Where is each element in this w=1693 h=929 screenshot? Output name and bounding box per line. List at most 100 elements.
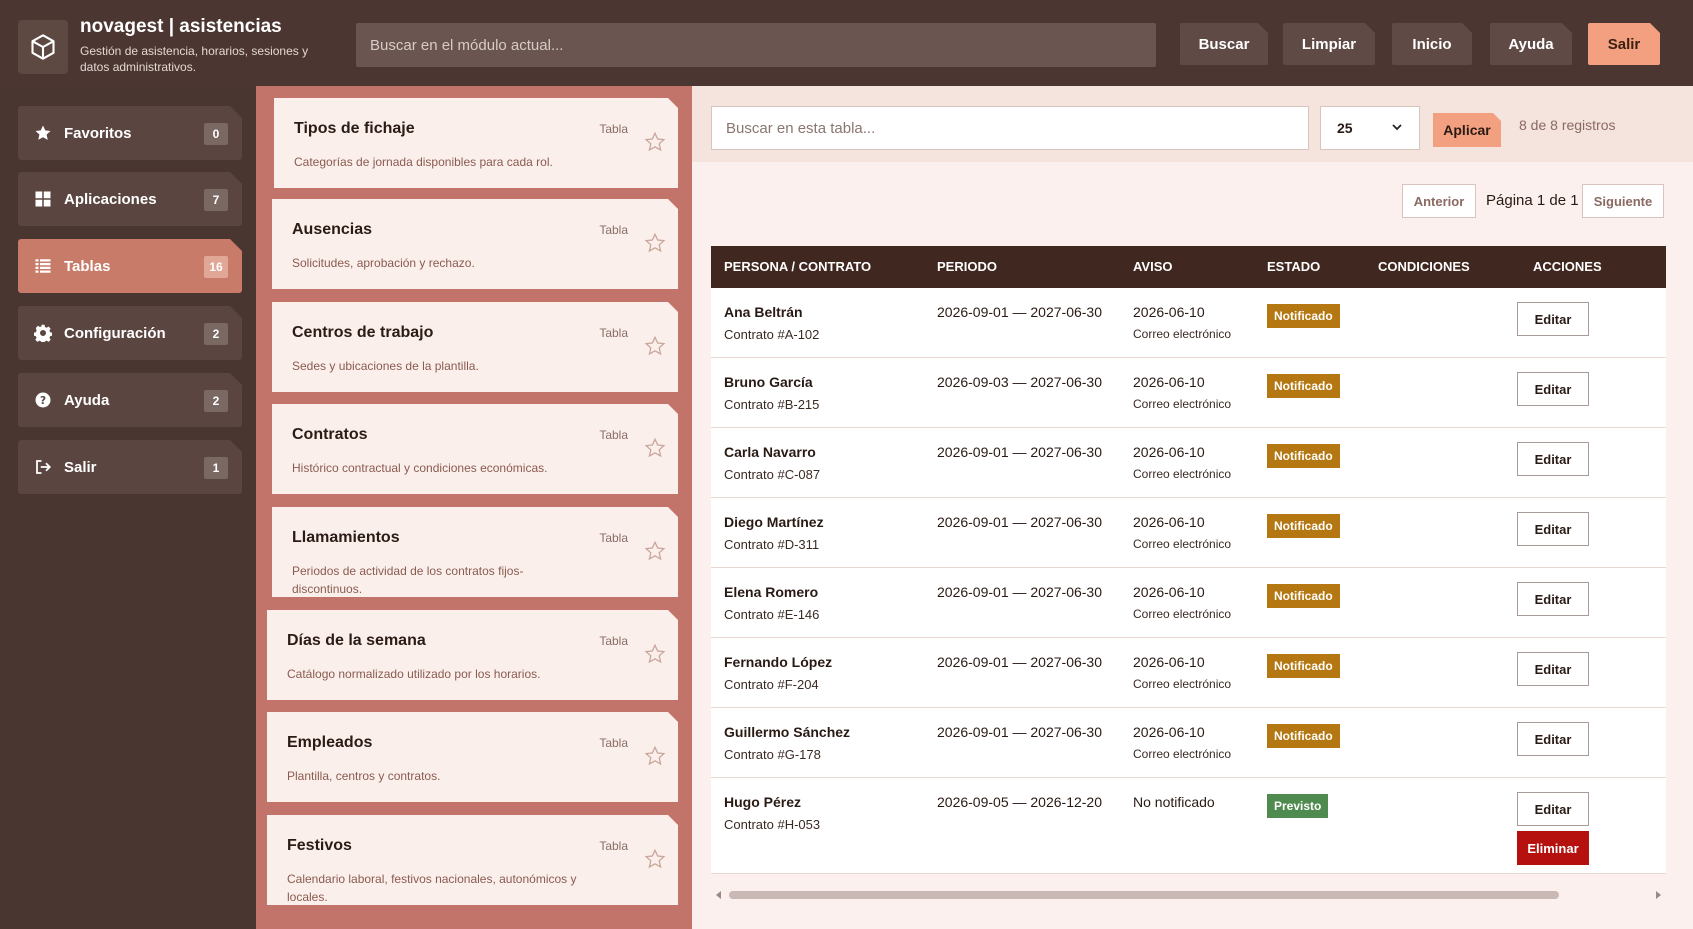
person-name: Fernando López: [724, 654, 833, 670]
module-search-input[interactable]: [356, 23, 1156, 67]
table-row: Diego Martínez Contrato #D-311 2026-09-01 …: [711, 498, 1666, 568]
table-card-title: Llamamientos: [292, 529, 400, 546]
sidebar-item-aplicaciones[interactable]: Aplicaciones 7: [18, 172, 242, 226]
favorite-star-icon[interactable]: [644, 437, 666, 459]
table-card-desc: Solicitudes, aprobación y rechazo.: [292, 256, 475, 270]
horizontal-scrollbar[interactable]: [711, 888, 1666, 900]
edit-button[interactable]: Editar: [1517, 512, 1589, 546]
person-name: Hugo Pérez: [724, 794, 802, 810]
table-card[interactable]: Empleados Tabla Plantilla, centros y contr…: [267, 712, 678, 802]
status-badge: Notificado: [1267, 374, 1340, 398]
clear-button[interactable]: Limpiar: [1283, 23, 1375, 65]
table-card[interactable]: Festivos Tabla Calendario laboral, festivo…: [267, 815, 678, 905]
favorite-star-icon[interactable]: [644, 540, 666, 562]
favorite-star-icon[interactable]: [644, 335, 666, 357]
favorite-star-icon[interactable]: [644, 131, 666, 153]
notice-channel: Correo electrónico: [1133, 747, 1232, 761]
delete-button[interactable]: Eliminar: [1517, 831, 1589, 865]
col-condiciones: CONDICIONES: [1378, 259, 1470, 274]
contract-id: Contrato #D-311: [724, 537, 820, 552]
contract-id: Contrato #A-102: [724, 327, 820, 342]
table-row: Guillermo Sánchez Contrato #G-178 2026-09-…: [711, 708, 1666, 778]
notice-channel: Correo electrónico: [1133, 677, 1232, 691]
sidebar-item-label: Ayuda: [64, 391, 110, 409]
edit-button[interactable]: Editar: [1517, 792, 1589, 826]
person-name: Carla Navarro: [724, 444, 816, 460]
help-button[interactable]: Ayuda: [1490, 23, 1572, 65]
edit-button[interactable]: Editar: [1517, 302, 1589, 336]
notice-channel: Correo electrónico: [1133, 397, 1232, 411]
edit-button[interactable]: Editar: [1517, 442, 1589, 476]
star-icon: [32, 122, 54, 144]
home-button[interactable]: Inicio: [1392, 23, 1472, 65]
period: 2026-09-01 — 2027-06-30: [937, 724, 1103, 740]
period: 2026-09-01 — 2027-06-30: [937, 514, 1103, 530]
table-card[interactable]: Centros de trabajo Tabla Sedes y ubicacion…: [272, 302, 678, 392]
prev-page-button[interactable]: Anterior: [1402, 184, 1476, 218]
table-card-title: Centros de trabajo: [292, 324, 434, 341]
person-name: Diego Martínez: [724, 514, 824, 530]
edit-button[interactable]: Editar: [1517, 652, 1589, 686]
col-estado: ESTADO: [1267, 259, 1321, 274]
apply-button[interactable]: Aplicar: [1433, 113, 1501, 147]
sidebar-item-favoritos[interactable]: Favoritos 0: [18, 106, 242, 160]
notice-date: 2026-06-10: [1133, 654, 1205, 670]
count-badge: 16: [204, 256, 228, 278]
status-badge: Notificado: [1267, 584, 1340, 608]
exit-button[interactable]: Salir: [1588, 23, 1660, 65]
table-search-input[interactable]: [711, 106, 1309, 150]
col-persona: PERSONA / CONTRATO: [724, 259, 872, 274]
scrollbar-thumb[interactable]: [729, 891, 1559, 899]
period: 2026-09-01 — 2027-06-30: [937, 584, 1103, 600]
favorite-star-icon[interactable]: [644, 232, 666, 254]
table-row: Ana Beltrán Contrato #A-102 2026-09-01 — 2…: [711, 288, 1666, 358]
table-card[interactable]: Días de la semana Tabla Catálogo normaliza…: [267, 610, 678, 700]
period: 2026-09-03 — 2027-06-30: [937, 374, 1103, 390]
edit-button[interactable]: Editar: [1517, 722, 1589, 756]
contract-id: Contrato #F-204: [724, 677, 819, 692]
favorite-star-icon[interactable]: [644, 848, 666, 870]
favorite-star-icon[interactable]: [644, 745, 666, 767]
next-page-button[interactable]: Siguiente: [1582, 184, 1664, 218]
sidebar-item-label: Tablas: [64, 257, 111, 275]
edit-button[interactable]: Editar: [1517, 582, 1589, 616]
table-row: Bruno García Contrato #B-215 2026-09-03 — …: [711, 358, 1666, 428]
notice-date: 2026-06-10: [1133, 304, 1205, 320]
sidebar-item-label: Aplicaciones: [64, 190, 157, 208]
top-bar: novagest | asistencias Gestión de asiste…: [0, 0, 1693, 86]
sidebar-item-configuracion[interactable]: Configuración 2: [18, 306, 242, 360]
table-card-desc: Catálogo normalizado utilizado por los h…: [287, 667, 541, 681]
svg-text:?: ?: [40, 395, 46, 407]
status-badge: Notificado: [1267, 444, 1340, 468]
contract-id: Contrato #G-178: [724, 747, 821, 762]
table-row: Carla Navarro Contrato #C-087 2026-09-01 —…: [711, 428, 1666, 498]
table-card-kind: Tabla: [599, 428, 628, 442]
search-button[interactable]: Buscar: [1180, 23, 1268, 65]
scroll-right-icon[interactable]: [1654, 890, 1662, 900]
table-card[interactable]: Contratos Tabla Histórico contractual y co…: [272, 404, 678, 494]
table-card-title: Tipos de fichaje: [294, 120, 415, 137]
page-size-select[interactable]: 25: [1320, 106, 1420, 150]
person-name: Guillermo Sánchez: [724, 724, 851, 740]
notice-date: No notificado: [1133, 794, 1215, 810]
period: 2026-09-01 — 2027-06-30: [937, 444, 1103, 460]
table-card-desc: Plantilla, centros y contratos.: [287, 769, 441, 783]
app-title: novagest | asistencias: [80, 16, 282, 37]
table-row: Hugo Pérez Contrato #H-053 2026-09-05 — 20…: [711, 778, 1666, 874]
table-card-title: Empleados: [287, 734, 373, 751]
table-card[interactable]: Tipos de fichaje Tabla Categorías de jorna…: [274, 98, 678, 188]
sidebar-item-tablas[interactable]: Tablas 16: [18, 239, 242, 293]
sidebar-item-ayuda[interactable]: ? Ayuda 2: [18, 373, 242, 427]
sidebar-item-salir[interactable]: Salir 1: [18, 440, 242, 494]
cube-logo-icon: [18, 20, 68, 74]
table-row: Elena Romero Contrato #E-146 2026-09-01 — …: [711, 568, 1666, 638]
person-name: Elena Romero: [724, 584, 819, 600]
scroll-left-icon[interactable]: [715, 890, 723, 900]
table-card[interactable]: Llamamientos Tabla Periodos de actividad d…: [272, 507, 678, 597]
table-card[interactable]: Ausencias Tabla Solicitudes, aprobación y …: [272, 199, 678, 289]
edit-button[interactable]: Editar: [1517, 372, 1589, 406]
favorite-star-icon[interactable]: [644, 643, 666, 665]
notice-channel: Correo electrónico: [1133, 607, 1232, 621]
table-card-desc: Calendario laboral, festivos nacionales,…: [287, 872, 577, 904]
table-card-desc: Categorías de jornada disponibles para c…: [294, 155, 553, 169]
